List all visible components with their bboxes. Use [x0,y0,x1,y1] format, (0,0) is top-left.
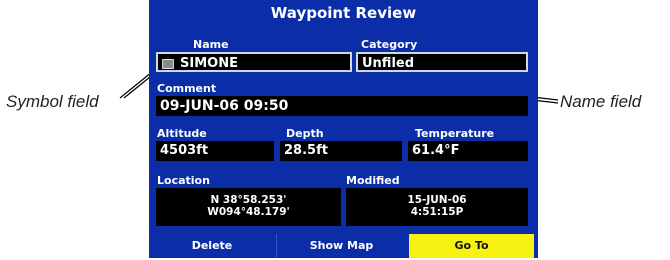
modified-date: 15-JUN-06 [407,194,467,206]
modified-time: 4:51:15P [410,206,464,218]
location-field[interactable]: N 38°58.253' W094°48.179' [156,188,341,226]
altitude-label: Altitude [157,127,207,140]
category-label: Category [361,38,418,51]
latitude-value: N 38°58.253' [210,194,287,206]
waypoint-review-screen: Waypoint Review Name Category SIMONE Unf… [149,0,538,258]
depth-label: Depth [286,127,324,140]
category-field[interactable]: Unfiled [356,52,528,72]
altitude-value: 4503ft [160,143,209,158]
waypoint-symbol-icon[interactable] [162,58,174,69]
temperature-value: 61.4°F [412,143,460,158]
show-map-button[interactable]: Show Map [276,234,406,258]
go-to-button[interactable]: Go To [409,234,534,258]
altitude-field[interactable]: 4503ft [156,141,274,161]
temperature-field[interactable]: 61.4°F [408,141,528,161]
comment-label: Comment [157,82,217,95]
longitude-value: W094°48.179' [207,206,290,218]
comment-value: 09-JUN-06 09:50 [160,98,289,114]
page-title: Waypoint Review [149,0,538,26]
category-value: Unfiled [362,56,415,71]
location-label: Location [157,174,210,187]
name-field[interactable]: SIMONE [156,52,352,72]
delete-button[interactable]: Delete [149,234,275,258]
name-value: SIMONE [180,56,238,71]
button-bar: Delete Show Map Go To [149,234,538,258]
name-label: Name [193,38,229,51]
comment-field[interactable]: 09-JUN-06 09:50 [156,96,528,116]
modified-label: Modified [346,174,400,187]
depth-value: 28.5ft [284,143,328,158]
modified-field: 15-JUN-06 4:51:15P [346,188,528,226]
temperature-label: Temperature [415,127,495,140]
depth-field[interactable]: 28.5ft [280,141,402,161]
